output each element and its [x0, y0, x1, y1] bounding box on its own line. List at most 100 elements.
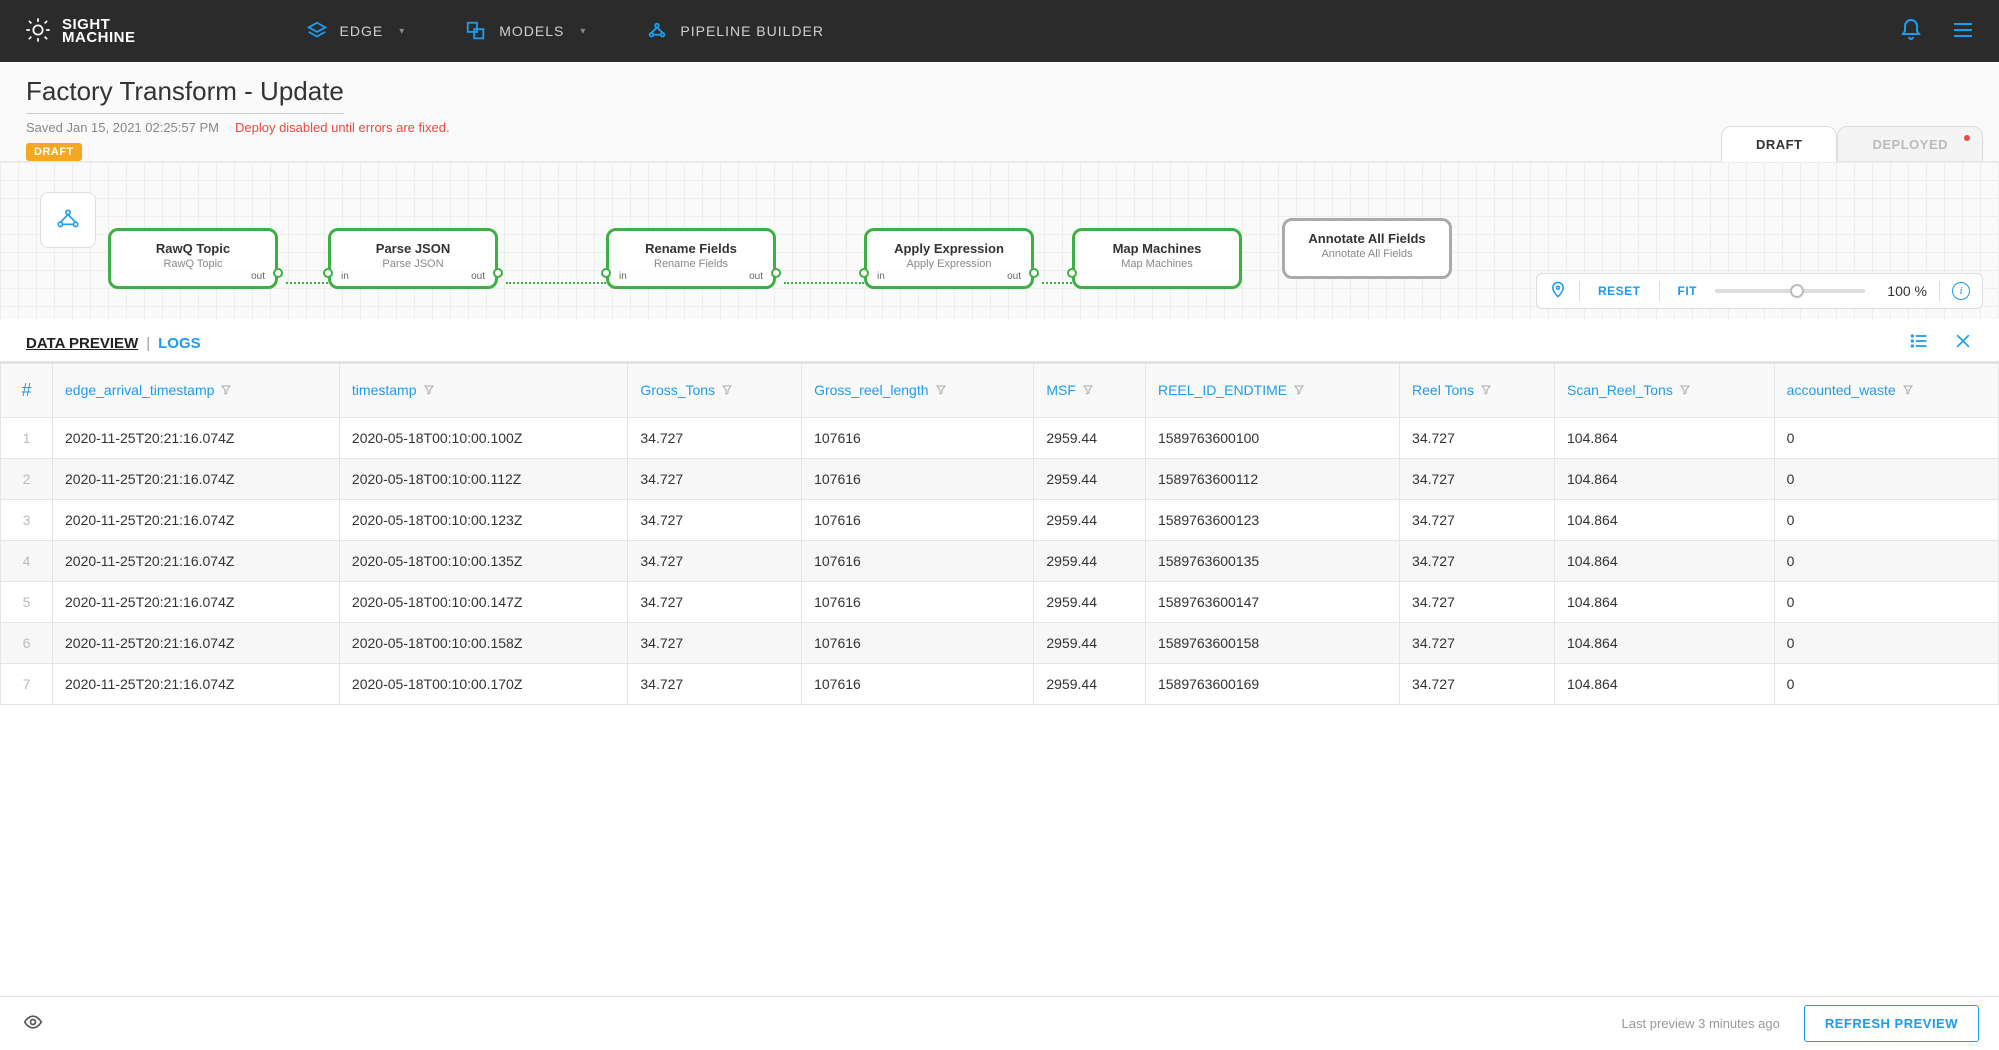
filter-icon[interactable]	[423, 383, 435, 399]
pin-out-icon[interactable]	[771, 268, 781, 278]
zoom-slider[interactable]	[1715, 289, 1865, 293]
cell: 34.727	[1400, 459, 1555, 500]
nav-models[interactable]: MODELS ▾	[465, 20, 586, 42]
node-map-machines[interactable]: Map Machines Map Machines	[1072, 228, 1242, 289]
node-rawq-topic[interactable]: RawQ Topic RawQ Topic out	[108, 228, 278, 289]
node-rename-fields[interactable]: Rename Fields Rename Fields in out	[606, 228, 776, 289]
cell: 34.727	[628, 500, 802, 541]
tab-deployed[interactable]: DEPLOYED	[1837, 126, 1983, 162]
filter-icon[interactable]	[935, 383, 947, 399]
port-out: out	[749, 271, 763, 282]
column-header[interactable]: accounted_waste	[1774, 364, 1998, 418]
reset-button[interactable]: RESET	[1592, 284, 1647, 298]
cell: 107616	[802, 500, 1034, 541]
pin-out-icon[interactable]	[273, 268, 283, 278]
close-icon[interactable]	[1953, 331, 1973, 355]
menu-icon[interactable]	[1951, 18, 1975, 45]
row-index: 4	[1, 541, 53, 582]
bell-icon[interactable]	[1899, 18, 1923, 45]
filter-icon[interactable]	[1480, 383, 1492, 399]
cell: 2020-11-25T20:21:16.074Z	[53, 582, 340, 623]
nav-edge[interactable]: EDGE ▾	[306, 20, 406, 42]
filter-icon[interactable]	[1902, 383, 1914, 399]
cell: 2959.44	[1034, 500, 1146, 541]
port-out: out	[251, 271, 265, 282]
column-header[interactable]: timestamp	[339, 364, 627, 418]
column-header[interactable]: MSF	[1034, 364, 1146, 418]
brand-name: SIGHT MACHINE	[62, 18, 136, 45]
table-row[interactable]: 12020-11-25T20:21:16.074Z2020-05-18T00:1…	[1, 418, 1999, 459]
tab-draft[interactable]: DRAFT	[1721, 126, 1838, 162]
pin-in-icon[interactable]	[323, 268, 333, 278]
pin-out-icon[interactable]	[493, 268, 503, 278]
column-header[interactable]: Gross_Tons	[628, 364, 802, 418]
tab-logs[interactable]: LOGS	[158, 335, 201, 352]
nav-pipeline[interactable]: PIPELINE BUILDER	[646, 20, 824, 42]
table-row[interactable]: 52020-11-25T20:21:16.074Z2020-05-18T00:1…	[1, 582, 1999, 623]
refresh-preview-button[interactable]: REFRESH PREVIEW	[1804, 1005, 1979, 1042]
cell: 34.727	[628, 459, 802, 500]
cell: 104.864	[1555, 664, 1775, 705]
cell: 34.727	[1400, 541, 1555, 582]
table-row[interactable]: 62020-11-25T20:21:16.074Z2020-05-18T00:1…	[1, 623, 1999, 664]
cell: 1589763600112	[1145, 459, 1399, 500]
cell: 2020-11-25T20:21:16.074Z	[53, 500, 340, 541]
cell: 1589763600135	[1145, 541, 1399, 582]
row-index: 3	[1, 500, 53, 541]
data-preview-table[interactable]: #edge_arrival_timestamptimestampGross_To…	[0, 362, 1999, 705]
node-apply-expression[interactable]: Apply Expression Apply Expression in out	[864, 228, 1034, 289]
node-title: Map Machines	[1087, 241, 1227, 256]
version-tabs: DRAFT DEPLOYED	[1721, 126, 1983, 162]
eye-icon[interactable]	[20, 1012, 46, 1035]
column-header[interactable]: edge_arrival_timestamp	[53, 364, 340, 418]
column-header[interactable]: Scan_Reel_Tons	[1555, 364, 1775, 418]
info-icon[interactable]: i	[1952, 282, 1970, 300]
pipeline-canvas[interactable]: RawQ Topic RawQ Topic out Parse JSON Par…	[0, 161, 1999, 319]
slider-thumb[interactable]	[1790, 284, 1804, 298]
pin-out-icon[interactable]	[1029, 268, 1039, 278]
brand-logo[interactable]: SIGHT MACHINE	[24, 16, 136, 47]
filter-icon[interactable]	[1679, 383, 1691, 399]
cell: 34.727	[628, 623, 802, 664]
node-parse-json[interactable]: Parse JSON Parse JSON in out	[328, 228, 498, 289]
table-row[interactable]: 42020-11-25T20:21:16.074Z2020-05-18T00:1…	[1, 541, 1999, 582]
saved-timestamp: Saved Jan 15, 2021 02:25:57 PM	[26, 120, 219, 135]
pin-in-icon[interactable]	[601, 268, 611, 278]
cell: 34.727	[628, 582, 802, 623]
column-header[interactable]: REEL_ID_ENDTIME	[1145, 364, 1399, 418]
fit-button[interactable]: FIT	[1672, 284, 1704, 298]
locate-icon[interactable]	[1549, 281, 1567, 302]
filter-icon[interactable]	[1293, 383, 1305, 399]
column-header[interactable]: Gross_reel_length	[802, 364, 1034, 418]
column-index[interactable]: #	[1, 364, 53, 418]
port-out: out	[1007, 271, 1021, 282]
draft-badge: DRAFT	[26, 143, 82, 161]
cell: 0	[1774, 500, 1998, 541]
cell: 1589763600123	[1145, 500, 1399, 541]
cell: 0	[1774, 541, 1998, 582]
cell: 2959.44	[1034, 664, 1146, 705]
node-annotate-all-fields[interactable]: Annotate All Fields Annotate All Fields	[1282, 218, 1452, 279]
table-row[interactable]: 72020-11-25T20:21:16.074Z2020-05-18T00:1…	[1, 664, 1999, 705]
cell: 104.864	[1555, 500, 1775, 541]
node-title: Apply Expression	[879, 241, 1019, 256]
start-node[interactable]	[40, 192, 96, 248]
tab-data-preview[interactable]: DATA PREVIEW	[26, 335, 138, 352]
topbar-right	[1899, 18, 1975, 45]
filter-icon[interactable]	[721, 383, 733, 399]
table-row[interactable]: 32020-11-25T20:21:16.074Z2020-05-18T00:1…	[1, 500, 1999, 541]
cell: 2020-11-25T20:21:16.074Z	[53, 664, 340, 705]
column-header[interactable]: Reel Tons	[1400, 364, 1555, 418]
cell: 2020-05-18T00:10:00.170Z	[339, 664, 627, 705]
footer: Last preview 3 minutes ago REFRESH PREVI…	[0, 996, 1999, 1050]
list-icon[interactable]	[1909, 331, 1929, 355]
cell: 34.727	[1400, 418, 1555, 459]
cell: 34.727	[1400, 664, 1555, 705]
table-row[interactable]: 22020-11-25T20:21:16.074Z2020-05-18T00:1…	[1, 459, 1999, 500]
filter-icon[interactable]	[220, 383, 232, 399]
filter-icon[interactable]	[1082, 383, 1094, 399]
deploy-error-text: Deploy disabled until errors are fixed.	[235, 120, 450, 135]
pin-in-icon[interactable]	[1067, 268, 1077, 278]
pin-in-icon[interactable]	[859, 268, 869, 278]
chevron-down-icon: ▾	[399, 26, 405, 37]
